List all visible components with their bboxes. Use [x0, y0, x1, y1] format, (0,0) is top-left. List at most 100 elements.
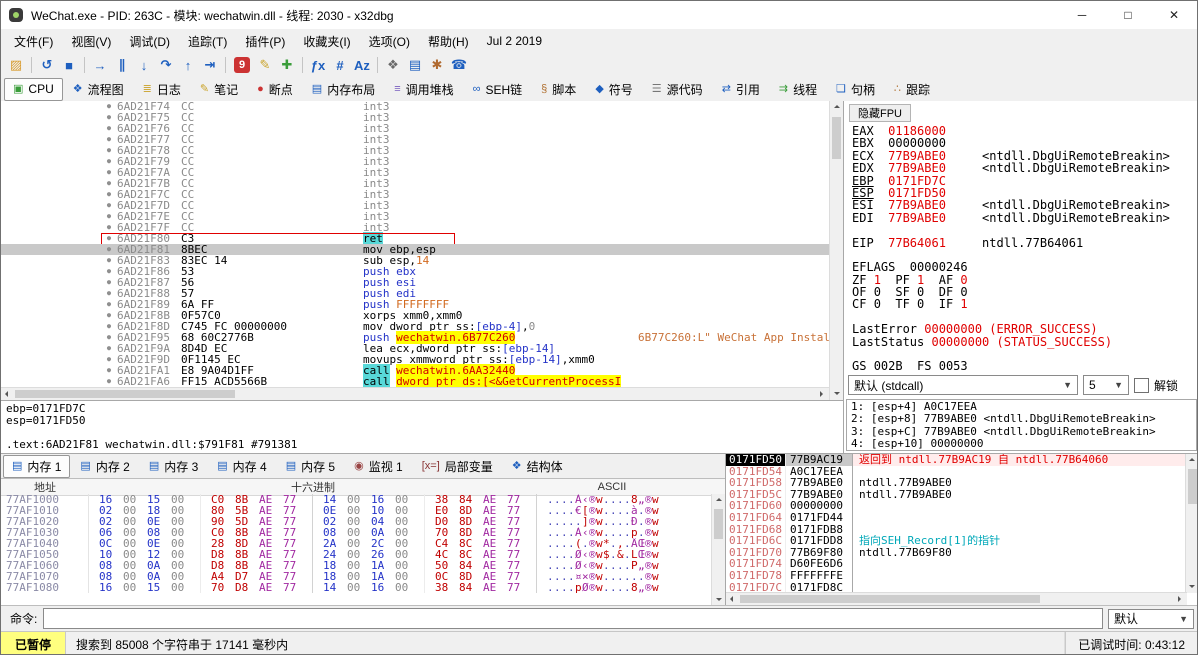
scroll-up-icon[interactable]	[713, 494, 725, 506]
stack-row[interactable]: 0171FD5077B9AC19返回到 ntdll.77B9AC19 自 ntd…	[726, 454, 1186, 466]
scrollbar-thumb[interactable]	[15, 390, 235, 398]
scrollbar-thumb[interactable]	[832, 117, 841, 159]
breakpoint-dot[interactable]: ●	[101, 200, 117, 211]
menu-item[interactable]: 调试(D)	[120, 31, 179, 51]
menu-item[interactable]: Jul 2 2019	[478, 31, 551, 51]
tab-dump-2[interactable]: ▤内存 2	[71, 455, 138, 478]
tab-watch-1[interactable]: ◉监视 1	[345, 455, 412, 478]
breakpoint-dot[interactable]: ●	[101, 266, 117, 277]
tab-trace[interactable]: ∴跟踪	[885, 78, 939, 101]
minimize-button[interactable]: ─	[1059, 1, 1105, 29]
menu-item[interactable]: 文件(F)	[5, 31, 62, 51]
breakpoint-dot[interactable]: ●	[101, 112, 117, 123]
tab-script[interactable]: §脚本	[532, 78, 585, 101]
menu-item[interactable]: 插件(P)	[236, 31, 294, 51]
maximize-button[interactable]: □	[1105, 1, 1151, 29]
stack-vertical-scrollbar[interactable]	[1185, 454, 1198, 593]
breakpoint-dot[interactable]: ●	[101, 156, 117, 167]
scroll-down-icon[interactable]	[831, 388, 843, 400]
tab-call-stack[interactable]: ≡调用堆栈	[385, 78, 462, 101]
tab-handles[interactable]: ❏句柄	[827, 78, 884, 101]
command-input[interactable]	[43, 608, 1103, 629]
scroll-down-icon[interactable]	[1186, 581, 1198, 593]
hash-icon[interactable]: #	[329, 55, 351, 75]
tab-source[interactable]: ☰源代码	[643, 78, 712, 101]
tab-dump-4[interactable]: ▤内存 4	[208, 455, 275, 478]
pause-icon[interactable]: ∥	[111, 55, 133, 75]
scrollbar-thumb[interactable]	[740, 595, 1040, 603]
scroll-left-icon[interactable]	[1, 388, 13, 400]
breakpoint-dot[interactable]: ●	[101, 211, 117, 222]
close-button[interactable]: ✕	[1151, 1, 1197, 29]
run-to-cursor-icon[interactable]: ⇥	[199, 55, 221, 75]
dump-vertical-scrollbar[interactable]	[711, 494, 725, 606]
breakpoint-dot[interactable]: ●	[101, 255, 117, 266]
breakpoint-dot[interactable]: ●	[101, 222, 117, 233]
tab-dump-1[interactable]: ▤内存 1	[3, 455, 70, 478]
stack-row[interactable]: 0171FD640171FD44	[726, 512, 1186, 524]
run-icon[interactable]: →	[89, 55, 111, 75]
scrollbar-thumb[interactable]	[1188, 469, 1197, 504]
nine-icon[interactable]: 9	[234, 57, 250, 73]
step-out-icon[interactable]: ↑	[177, 55, 199, 75]
breakpoint-dot[interactable]: ●	[101, 178, 117, 189]
scroll-left-icon[interactable]	[726, 593, 738, 605]
disasm-horizontal-scrollbar[interactable]	[1, 387, 829, 400]
scroll-right-icon[interactable]	[1175, 593, 1187, 605]
breakpoint-dot[interactable]: ●	[101, 134, 117, 145]
breakpoint-dot[interactable]: ●	[101, 288, 117, 299]
breakpoint-dot[interactable]: ●	[101, 376, 117, 387]
breakpoint-dot[interactable]: ●	[101, 189, 117, 200]
breakpoint-dot[interactable]: ●	[101, 101, 117, 112]
tab-graph[interactable]: ❖流程图	[64, 78, 133, 101]
tab-threads[interactable]: ⇉线程	[770, 78, 826, 101]
breakpoint-dot[interactable]: ●	[101, 343, 117, 354]
dump-row[interactable]: 77AF10801600150070D8AE77140016003884AE77…	[1, 582, 711, 593]
tab-cpu[interactable]: ▣CPU	[4, 78, 63, 101]
graph-icon[interactable]: ❖	[382, 55, 404, 75]
arg-count-select[interactable]: 5 ▼	[1083, 375, 1129, 395]
hide-fpu-button[interactable]: 隐藏FPU	[849, 104, 911, 122]
breakpoint-dot[interactable]: ●	[101, 365, 117, 376]
stop-icon[interactable]: ■	[58, 55, 80, 75]
disasm-row[interactable]: ●6AD21FA6FF15 ACD5566Bcall dword ptr ds:…	[1, 376, 829, 387]
tab-dump-5[interactable]: ▤内存 5	[277, 455, 344, 478]
breakpoint-dot[interactable]: ●	[101, 354, 117, 365]
breakpoint-dot[interactable]: ●	[101, 123, 117, 134]
breakpoint-dot[interactable]: ●	[101, 145, 117, 156]
breakpoint-dot[interactable]: ●	[101, 167, 117, 178]
az-icon[interactable]: Az	[351, 55, 373, 75]
tab-notes[interactable]: ✎笔记	[191, 78, 247, 101]
stack-row[interactable]: 0171FD6C0171FDD8指向SEH_Record[1]的指针	[726, 535, 1186, 547]
tab-seh[interactable]: ∞SEH链	[464, 78, 532, 101]
scroll-up-icon[interactable]	[831, 101, 843, 113]
step-into-icon[interactable]: ↓	[133, 55, 155, 75]
stack-horizontal-scrollbar[interactable]	[726, 592, 1187, 605]
tab-locals[interactable]: [x=]局部变量	[413, 455, 502, 478]
scrollbar-thumb[interactable]	[714, 509, 723, 539]
step-over-icon[interactable]: ↷	[155, 55, 177, 75]
breakpoint-dot[interactable]: ●	[101, 332, 117, 343]
calling-convention-select[interactable]: 默认 (stdcall) ▼	[848, 375, 1078, 395]
breakpoint-dot[interactable]: ●	[101, 321, 117, 332]
breakpoint-dot[interactable]: ●	[101, 277, 117, 288]
tab-log[interactable]: ≣日志	[134, 78, 190, 101]
tab-symbols[interactable]: ◆符号	[586, 78, 641, 101]
scroll-right-icon[interactable]	[817, 388, 829, 400]
breakpoint-dot[interactable]: ●	[101, 299, 117, 310]
notes-icon[interactable]: ✎	[254, 55, 276, 75]
menu-item[interactable]: 视图(V)	[62, 31, 120, 51]
menu-item[interactable]: 收藏夹(I)	[294, 31, 359, 51]
open-file-icon[interactable]: ▨	[5, 55, 27, 75]
tab-memory-map[interactable]: ▤内存布局	[303, 78, 384, 101]
memory-map-icon[interactable]: ▤	[404, 55, 426, 75]
tab-dump-3[interactable]: ▤内存 3	[140, 455, 207, 478]
breakpoint-dot[interactable]: ●	[101, 244, 117, 255]
patch-icon[interactable]: ✚	[276, 55, 298, 75]
fx-icon[interactable]: ƒx	[307, 55, 329, 75]
breakpoint-dot[interactable]: ●	[101, 233, 117, 244]
disasm-vertical-scrollbar[interactable]	[829, 101, 843, 400]
restart-icon[interactable]: ↺	[36, 55, 58, 75]
phone-icon[interactable]: ☎	[448, 55, 470, 75]
settings-icon[interactable]: ✱	[426, 55, 448, 75]
